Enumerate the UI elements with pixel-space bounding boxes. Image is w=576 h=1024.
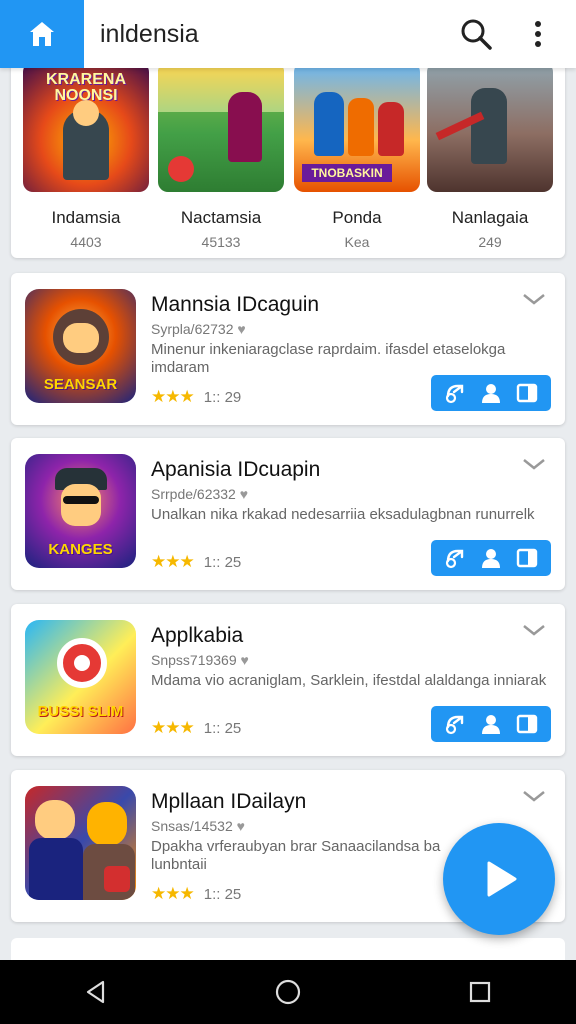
featured-count: 45133	[201, 234, 241, 250]
app-description: Mdama vio acraniglam, Sarklein, ifestdal…	[151, 672, 547, 689]
app-icon: BUSSI SLIM	[25, 620, 136, 734]
back-button[interactable]	[66, 962, 126, 1022]
app-card[interactable]: BUSSI SLIM Applkabia Snpss719369 ♥ Mdama…	[11, 604, 565, 756]
details-button[interactable]	[514, 545, 540, 571]
app-title: Apanisia IDcuapin	[151, 458, 321, 481]
top-app-bar: inldensia	[0, 0, 576, 68]
panel-icon	[516, 714, 538, 734]
app-rating: ★★★ 1:: 29	[151, 387, 242, 406]
home-nav-button[interactable]	[258, 962, 318, 1022]
share-button[interactable]	[442, 545, 468, 571]
app-subtitle: Snpss719369 ♥	[151, 652, 249, 668]
stars-icon: ★★★	[151, 884, 195, 903]
app-description: Minenur inkeniaragclase raprdaim. ifasde…	[151, 341, 506, 376]
app-card[interactable]: KANGES Apanisia IDcuapin Srrpde/62332 ♥ …	[11, 438, 565, 590]
search-icon	[461, 19, 492, 50]
app-title: inldensia	[100, 19, 199, 48]
chevron-down-icon[interactable]	[521, 454, 547, 474]
search-button[interactable]	[452, 10, 500, 58]
app-action-bar	[431, 540, 551, 576]
overflow-menu-button[interactable]	[514, 10, 562, 58]
share-button[interactable]	[442, 380, 468, 406]
app-icon-text: BUSSI SLIM	[37, 703, 124, 720]
play-fab-button[interactable]	[443, 823, 555, 935]
featured-card: KRARENA NOONSI Indamsia 4403 Nactamsia 4…	[11, 60, 565, 258]
chevron-down-icon[interactable]	[521, 289, 547, 309]
user-button[interactable]	[478, 380, 504, 406]
user-icon	[482, 549, 500, 568]
share-icon	[445, 384, 464, 404]
app-title: Mannsia IDcaguin	[151, 293, 320, 316]
featured-count: Kea	[344, 234, 370, 250]
featured-count: 4403	[70, 234, 102, 250]
app-icon-text: KANGES	[48, 541, 113, 558]
share-icon	[445, 715, 464, 735]
app-icon	[25, 786, 136, 900]
heart-icon: ♥	[239, 486, 249, 502]
featured-item[interactable]: TNOBASKIN Ponda Kea	[294, 60, 420, 250]
app-card[interactable]: SEANSAR Mannsia IDcaguin Syrpla/62732 ♥ …	[11, 273, 565, 425]
stars-icon: ★★★	[151, 718, 195, 737]
panel-icon	[516, 548, 538, 568]
app-subtitle: Srrpde/62332 ♥	[151, 486, 249, 502]
system-nav-bar	[0, 960, 576, 1024]
user-icon	[482, 715, 500, 734]
stars-icon: ★★★	[151, 387, 195, 406]
featured-thumbnail	[427, 62, 553, 192]
chevron-down-icon[interactable]	[521, 786, 547, 806]
recents-icon	[469, 981, 491, 1003]
home-button[interactable]	[0, 0, 84, 68]
app-subtitle: Snsas/14532 ♥	[151, 818, 245, 834]
featured-thumbnail-text: TNOBASKIN	[302, 164, 392, 182]
recents-button[interactable]	[450, 962, 510, 1022]
featured-name: Ponda	[332, 208, 382, 227]
details-button[interactable]	[514, 711, 540, 737]
app-subtitle: Syrpla/62732 ♥	[151, 321, 246, 337]
heart-icon: ♥	[237, 321, 246, 337]
app-description: Unalkan nika rkakad nedesarriia eksadula…	[151, 506, 535, 523]
home-icon	[30, 22, 54, 46]
share-icon	[445, 549, 464, 569]
app-rating: ★★★ 1:: 25	[151, 718, 242, 737]
featured-thumbnail	[158, 62, 284, 192]
featured-thumbnail: KRARENA NOONSI	[23, 62, 149, 192]
heart-icon: ♥	[240, 652, 249, 668]
featured-name: Indamsia	[51, 208, 121, 227]
home-circle-icon	[275, 979, 301, 1005]
chevron-down-icon[interactable]	[521, 620, 547, 640]
user-icon	[482, 384, 500, 403]
featured-item[interactable]: KRARENA NOONSI Indamsia 4403	[23, 60, 149, 250]
featured-item[interactable]: Nactamsia 45133	[158, 60, 284, 250]
app-title: Mpllaan IDailayn	[151, 790, 307, 813]
more-vert-icon	[535, 21, 541, 47]
app-description: Dpakha vrferaubyan brar Sanaacilandsa ba…	[151, 838, 441, 873]
play-icon	[487, 861, 517, 897]
stars-icon: ★★★	[151, 552, 195, 571]
app-icon: SEANSAR	[25, 289, 136, 403]
app-rating: ★★★ 1:: 25	[151, 884, 242, 903]
panel-icon	[516, 383, 538, 403]
share-button[interactable]	[442, 711, 468, 737]
app-icon-text: SEANSAR	[43, 376, 118, 393]
user-button[interactable]	[478, 545, 504, 571]
app-action-bar	[431, 706, 551, 742]
app-action-bar	[431, 375, 551, 411]
details-button[interactable]	[514, 380, 540, 406]
featured-name: Nanlagaia	[451, 208, 529, 227]
app-icon: KANGES	[25, 454, 136, 568]
featured-count: 249	[478, 234, 502, 250]
featured-item[interactable]: Nanlagaia 249	[427, 60, 553, 250]
app-rating: ★★★ 1:: 25	[151, 552, 242, 571]
heart-icon: ♥	[236, 818, 245, 834]
featured-name: Nactamsia	[180, 208, 262, 227]
user-button[interactable]	[478, 711, 504, 737]
app-title: Applkabia	[151, 624, 244, 647]
back-icon	[86, 980, 105, 1004]
featured-thumbnail: TNOBASKIN	[294, 62, 420, 192]
